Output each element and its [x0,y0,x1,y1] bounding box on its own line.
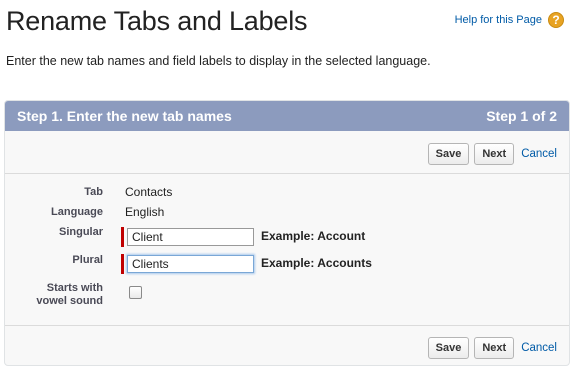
plural-label: Plural [72,254,103,266]
singular-example: Example: Account [261,229,366,243]
step-count: Step 1 of 2 [486,108,557,124]
language-value: English [125,205,165,219]
page: Rename Tabs and Labels Help for this Pag… [0,0,578,375]
save-button-top[interactable]: Save [427,143,470,165]
cancel-link-bottom[interactable]: Cancel [521,342,557,354]
help-link[interactable]: Help for this Page [455,14,542,26]
panel-header: Step 1. Enter the new tab names Step 1 o… [5,101,569,131]
step-title: Step 1. Enter the new tab names [17,108,232,124]
next-button-bottom[interactable]: Next [474,337,515,359]
vowel-label-line2: vowel sound [36,295,103,307]
singular-label: Singular [58,226,103,238]
vowel-label: Starts with vowel sound [36,282,103,308]
divider-top [5,173,569,174]
required-indicator [121,254,124,274]
tab-value: Contacts [125,185,173,199]
tab-label: Tab [84,186,103,198]
vowel-sound-checkbox[interactable] [129,286,142,299]
page-title: Rename Tabs and Labels [6,6,308,36]
singular-input[interactable] [127,228,254,246]
language-label: Language [51,206,103,218]
bottom-button-row: Save Next Cancel [427,337,569,359]
next-button-top[interactable]: Next [474,143,515,165]
help-area: Help for this Page ? [455,12,564,28]
plural-input[interactable] [127,255,254,273]
top-button-row: Save Next Cancel [427,143,569,165]
divider-bottom [5,325,569,326]
save-button-bottom[interactable]: Save [427,337,470,359]
required-indicator [121,227,124,247]
intro-text: Enter the new tab names and field labels… [6,54,431,68]
cancel-link-top[interactable]: Cancel [521,148,557,160]
plural-example: Example: Accounts [261,256,372,270]
rename-panel: Step 1. Enter the new tab names Step 1 o… [4,100,570,366]
vowel-label-line1: Starts with [46,282,103,294]
help-question-icon[interactable]: ? [548,12,564,28]
